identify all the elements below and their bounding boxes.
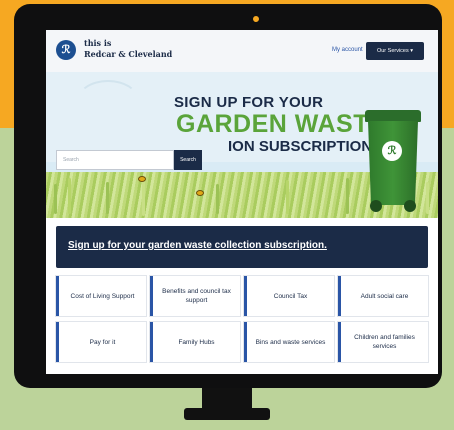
garden-waste-signup-link[interactable]: Sign up for your garden waste collection… <box>68 240 327 251</box>
my-account-link[interactable]: My account <box>332 47 363 53</box>
tile-label: Children and families services <box>354 334 415 350</box>
wheelie-bin-illustration: ℛ <box>365 110 421 214</box>
tile-label: Council Tax <box>273 292 308 300</box>
tile-adult-social-care[interactable]: Adult social care <box>338 276 428 316</box>
tile-label: Family Hubs <box>178 338 215 346</box>
grass-blade <box>68 178 71 214</box>
grass-blade <box>286 180 289 214</box>
grass-blade <box>54 184 57 214</box>
grass-blade <box>426 182 429 214</box>
logo-text-line2[interactable]: Redcar & Cleveland <box>84 49 172 59</box>
bin-wheel <box>370 200 382 212</box>
garden-waste-banner: Sign up for your garden waste collection… <box>56 226 428 268</box>
tile-benefits-council-tax-support[interactable]: Benefits and council tax support <box>150 276 240 316</box>
tile-label: Cost of Living Support <box>70 292 135 300</box>
bee-icon <box>196 190 204 196</box>
hero-title-line2: GARDEN WASTE <box>176 110 387 138</box>
tile-label: Pay for it <box>89 338 116 346</box>
tile-council-tax[interactable]: Council Tax <box>244 276 334 316</box>
tile-label: Benefits and council tax support <box>162 288 231 304</box>
monitor-frame: ℛ this is Redcar & Cleveland My account … <box>14 4 442 388</box>
camera-icon <box>253 16 259 22</box>
monitor-stand-neck <box>202 388 252 410</box>
council-logo-icon: ℛ <box>382 141 402 161</box>
grass-blade <box>106 182 109 214</box>
hero-banner: SIGN UP FOR YOUR GARDEN WASTE ION SUBSCR… <box>46 72 438 218</box>
tile-label: Bins and waste services <box>255 338 326 346</box>
our-services-button[interactable]: Our Services ▾ <box>366 42 424 60</box>
grass-blade <box>142 176 145 216</box>
decorative-swirl <box>76 80 140 124</box>
tile-children-families[interactable]: Children and families services <box>338 322 428 362</box>
tile-label: Adult social care <box>360 292 409 300</box>
grass-blade <box>216 184 219 214</box>
grass-blade <box>346 178 349 214</box>
bin-body <box>368 121 418 205</box>
hero-title-line3: ION SUBSCRIPTION <box>228 138 373 155</box>
tile-bins-and-waste[interactable]: Bins and waste services <box>244 322 334 362</box>
logo-text-line1[interactable]: this is <box>84 38 111 48</box>
tile-cost-of-living[interactable]: Cost of Living Support <box>56 276 146 316</box>
council-logo-icon[interactable]: ℛ <box>56 40 76 60</box>
monitor-stand-base <box>184 408 270 420</box>
search-input[interactable]: Search <box>56 150 174 170</box>
browser-screen: ℛ this is Redcar & Cleveland My account … <box>46 30 438 374</box>
bin-lid <box>365 110 421 122</box>
tile-pay-for-it[interactable]: Pay for it <box>56 322 146 362</box>
site-header: ℛ this is Redcar & Cleveland My account … <box>46 30 438 72</box>
bee-icon <box>138 176 146 182</box>
hero-title-line1: SIGN UP FOR YOUR <box>174 94 324 111</box>
search-button[interactable]: Search <box>174 150 202 170</box>
tile-family-hubs[interactable]: Family Hubs <box>150 322 240 362</box>
bin-wheel <box>404 200 416 212</box>
